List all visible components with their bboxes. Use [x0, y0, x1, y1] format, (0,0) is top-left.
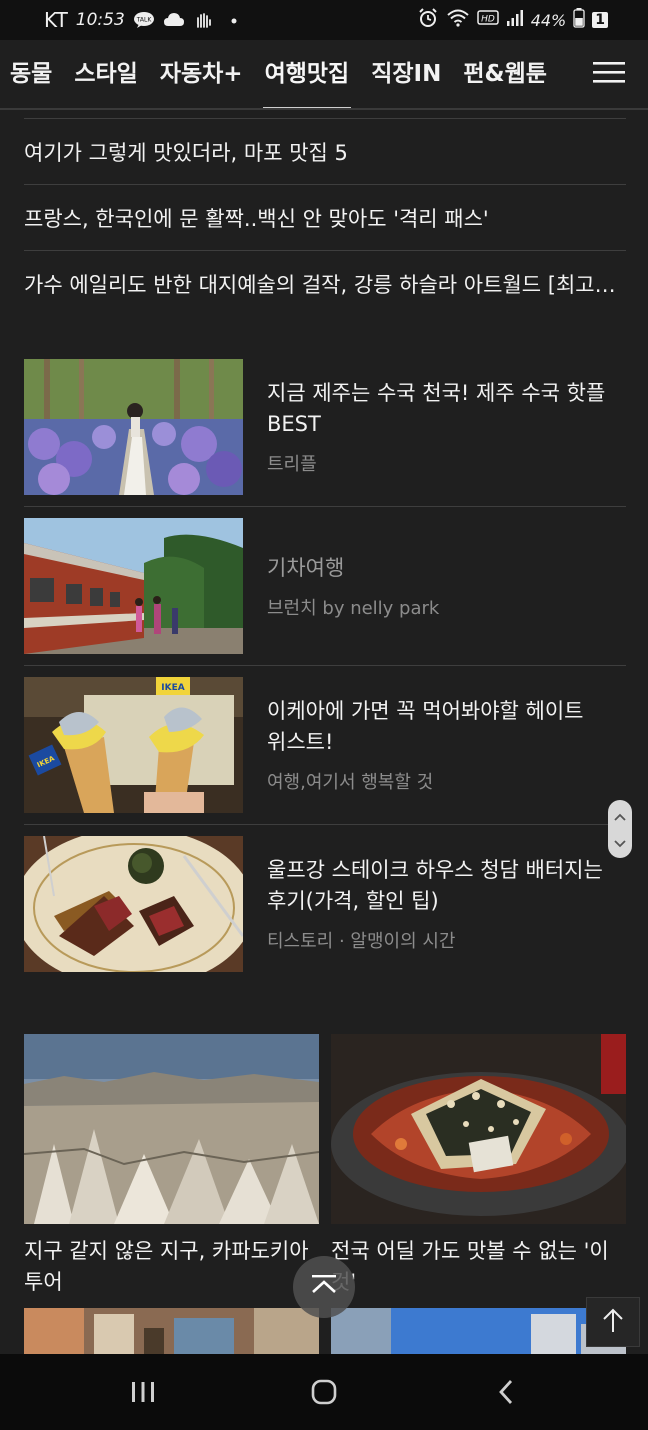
tab-work[interactable]: 직장IN: [371, 56, 441, 92]
divider: [24, 824, 626, 825]
card-image: [331, 1034, 626, 1224]
article-item[interactable]: IKEA IKEA 이케아에 가면 꼭 먹어봐야할 헤이트 위스트! 여행,여기…: [24, 677, 626, 813]
hand-icon: [193, 11, 215, 29]
clock: 10:53: [75, 10, 125, 30]
system-navigation-bar: [0, 1354, 648, 1430]
card-image[interactable]: [24, 1308, 319, 1354]
headline-list: 여기가 그렇게 맛있더라, 마포 맛집 5 프랑스, 한국인에 문 활짝..백신…: [24, 118, 626, 316]
card-image[interactable]: [331, 1308, 626, 1354]
category-nav: 동물 스타일 자동차+ 여행맛집 직장IN 펀&웹툰: [0, 40, 648, 110]
fast-scroll-handle[interactable]: [608, 800, 632, 858]
category-tabs: 동물 스타일 자동차+ 여행맛집 직장IN 펀&웹툰: [10, 56, 547, 108]
tab-style[interactable]: 스타일: [74, 56, 137, 92]
back-chevron-icon: [496, 1378, 516, 1410]
sim-badge: 1: [592, 12, 608, 28]
battery-percent: 44%: [530, 10, 567, 30]
hd-icon: HD: [476, 9, 499, 31]
article-item[interactable]: 울프강 스테이크 하우스 청담 배터지는 후기(가격, 할인 팁) 티스토리 ·…: [24, 836, 626, 972]
article-source: 브런치 by nelly park: [267, 597, 440, 619]
article-title: 이케아에 가면 꼭 먹어봐야할 헤이트 위스트!: [267, 699, 584, 754]
headline-text: 가수 에일리도 반한 대지예술의 걸작, 강릉 하슬라 아트월드 [최고의 여행…: [24, 272, 626, 297]
article-title: 울프강 스테이크 하우스 청담 배터지는 후기(가격, 할인 팁): [267, 858, 603, 913]
card-item[interactable]: 지구 같지 않은 지구, 카파도키아 투어: [24, 1034, 319, 1298]
article-item[interactable]: 지금 제주는 수국 천국! 제주 수국 핫플 BEST 트리플: [24, 359, 626, 495]
card-image: [24, 1034, 319, 1224]
svg-text:TALK: TALK: [135, 17, 152, 24]
alarm-icon: [417, 8, 439, 32]
tab-animals[interactable]: 동물: [10, 56, 52, 92]
headline-item[interactable]: 가수 에일리도 반한 대지예술의 걸작, 강릉 하슬라 아트월드 [최고의 여행…: [24, 250, 626, 316]
chevron-up-icon: [614, 806, 626, 825]
back-button[interactable]: [486, 1374, 526, 1414]
article-thumbnail: IKEA IKEA: [24, 677, 243, 813]
battery-icon: [573, 8, 585, 32]
scroll-to-top-fab[interactable]: [293, 1256, 355, 1318]
article-source: 트리플: [267, 454, 317, 475]
divider: [24, 665, 626, 666]
divider: [24, 506, 626, 507]
card-item[interactable]: 전국 어딜 가도 맛볼 수 없는 '이것': [331, 1034, 626, 1298]
recent-apps-button[interactable]: [123, 1374, 163, 1414]
tab-cars[interactable]: 자동차+: [160, 56, 243, 92]
article-title: 지금 제주는 수국 천국! 제주 수국 핫플 BEST: [267, 381, 606, 436]
back-to-top-button[interactable]: [586, 1297, 640, 1347]
headline-text: 여기가 그렇게 맛있더라, 마포 맛집 5: [24, 140, 348, 165]
hamburger-icon: [593, 60, 625, 88]
headline-item[interactable]: 프랑스, 한국인에 문 활짝..백신 안 맞아도 '격리 패스': [24, 184, 626, 250]
home-button[interactable]: [304, 1374, 344, 1414]
article-title: 기차여행: [267, 555, 345, 580]
dot-icon: [223, 11, 245, 29]
tab-fun-webtoon[interactable]: 펀&웹툰: [463, 56, 547, 92]
headline-item[interactable]: 여기가 그렇게 맛있더라, 마포 맛집 5: [24, 118, 626, 184]
status-bar: KT 10:53 TALK HD 44% 1: [0, 0, 648, 40]
article-thumbnail: [24, 359, 243, 495]
double-chevron-up-icon: [309, 1273, 339, 1301]
arrow-up-icon: [602, 1307, 624, 1337]
article-thumbnail: [24, 518, 243, 654]
talk-icon: TALK: [133, 11, 155, 29]
tab-travel-food[interactable]: 여행맛집: [262, 56, 351, 108]
article-thumbnail: [24, 836, 243, 972]
svg-text:IKEA: IKEA: [161, 683, 184, 693]
article-source: 여행,여기서 행복할 것: [267, 772, 434, 793]
recent-apps-icon: [130, 1380, 156, 1408]
chevron-down-icon: [614, 833, 626, 852]
carrier-label: KT: [44, 8, 68, 32]
wifi-icon: [446, 8, 470, 32]
headline-text: 프랑스, 한국인에 문 활짝..백신 안 맞아도 '격리 패스': [24, 206, 489, 231]
home-icon: [310, 1378, 338, 1410]
signal-icon: [506, 9, 524, 31]
svg-text:HD: HD: [481, 15, 495, 25]
card-title: 지구 같지 않은 지구, 카파도키아 투어: [24, 1239, 309, 1294]
card-title: 전국 어딜 가도 맛볼 수 없는 '이것': [331, 1239, 609, 1294]
cloud-icon: [163, 11, 185, 29]
article-source: 티스토리 · 알맹이의 시간: [267, 931, 456, 952]
article-item[interactable]: 기차여행 브런치 by nelly park: [24, 518, 626, 654]
menu-button[interactable]: [570, 40, 648, 108]
